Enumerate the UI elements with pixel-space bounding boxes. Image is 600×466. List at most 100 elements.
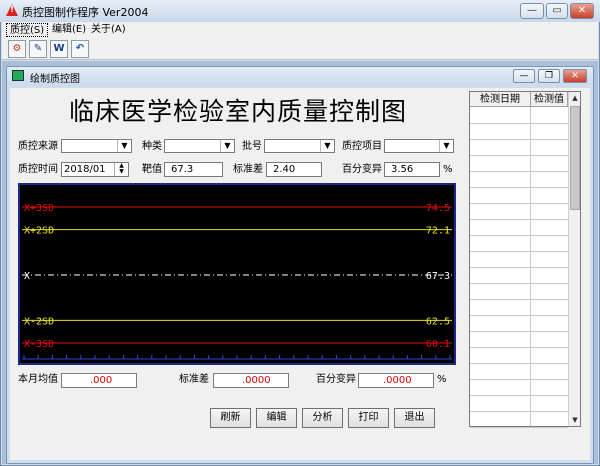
chevron-down-icon: ▼ (220, 140, 234, 152)
cv-label: 百分变异 (342, 164, 382, 175)
tool-2-icon[interactable]: ✎ (29, 40, 47, 58)
month-sd-value: .0000 (242, 375, 271, 386)
menu-about[interactable]: 关于(A) (88, 23, 129, 37)
table-row-line (470, 123, 568, 124)
type-select[interactable]: ▼ (164, 139, 235, 153)
scrollbar-thumb[interactable] (570, 106, 580, 210)
month-cv-unit: % (437, 374, 447, 385)
item-select[interactable]: ▼ (384, 139, 454, 153)
month-cv-value: .0000 (383, 375, 412, 386)
control-line-value-label: 67.3 (426, 271, 450, 282)
sd-field[interactable]: 2.40 (266, 162, 322, 177)
target-value: 67.3 (171, 164, 194, 175)
chevron-down-icon: ▼ (117, 140, 131, 152)
cv-unit: % (443, 164, 453, 175)
maximize-button[interactable]: ▭ (546, 3, 568, 19)
mean-field[interactable]: .000 (61, 373, 137, 388)
refresh-button[interactable]: 刷新 (210, 408, 251, 428)
table-row-line (470, 219, 568, 220)
table-row-line (470, 395, 568, 396)
cv-field[interactable]: 3.56 (384, 162, 440, 177)
chevron-down-icon: ▼ (320, 140, 334, 152)
table-row-line (470, 283, 568, 284)
page-title: 临床医学检验室内质量控制图 (68, 97, 407, 126)
tool-1-icon[interactable]: ⚙ (8, 40, 26, 58)
print-button[interactable]: 打印 (348, 408, 389, 428)
table-row-line (470, 139, 568, 140)
table-row-line (470, 235, 568, 236)
control-line-value-label: 62.5 (426, 316, 450, 327)
child-close-button[interactable]: ✕ (563, 69, 587, 83)
control-line-value-label: 74.5 (426, 203, 450, 214)
edit-button[interactable]: 编辑 (256, 408, 297, 428)
table-row-line (470, 315, 568, 316)
chevron-down-icon: ▼ (439, 140, 453, 152)
toolbar (2, 38, 598, 60)
control-line-left-label: X+2SD (24, 226, 54, 237)
word-icon[interactable]: W (50, 40, 68, 58)
table-row-line (470, 363, 568, 364)
child-minimize-button[interactable]: — (513, 69, 535, 83)
table-row-line (470, 299, 568, 300)
control-line-left-label: X-2SD (24, 316, 54, 327)
exit-button[interactable]: 退出 (394, 408, 435, 428)
menu-qc[interactable]: 质控(S) (6, 23, 49, 37)
cv-value: 3.56 (391, 164, 414, 175)
window-title: 质控图制作程序 Ver2004 (22, 6, 149, 19)
scroll-down-icon[interactable]: ▼ (569, 414, 581, 426)
table-row-line (470, 267, 568, 268)
sd-value: 2.40 (273, 164, 296, 175)
source-select[interactable]: ▼ (61, 139, 132, 153)
target-field[interactable]: 67.3 (164, 162, 223, 177)
scroll-up-icon[interactable]: ▲ (569, 92, 581, 104)
table-row-line (470, 331, 568, 332)
table-row-line (470, 427, 568, 428)
time-label: 质控时间 (18, 164, 58, 175)
control-line-value-label: 60.1 (426, 339, 450, 350)
item-label: 质控项目 (342, 141, 382, 152)
table-row-line (470, 187, 568, 188)
table-row-line (470, 379, 568, 380)
date-spinner[interactable]: ▲ ▼ (114, 163, 128, 176)
table-row-line (470, 347, 568, 348)
qc-chart-svg: X+3SD 74.5 X+2SD 72.1 X 67.3 X-2SD 62.5 X-3SD 60.… (22, 203, 452, 360)
month-cv-field[interactable]: .0000 (358, 373, 434, 388)
qc-chart: X+3SD 74.5 X+2SD 72.1 X 67.3 X-2SD 62.5 X-3SD 60.… (18, 183, 456, 365)
chart-window-icon (12, 70, 24, 81)
measurement-table[interactable]: 检测日期 检测值 ▲ ▼ (469, 91, 581, 428)
type-label: 种类 (142, 141, 162, 152)
mean-label: 本月均值 (18, 374, 58, 385)
time-value: 2018/01 (64, 164, 106, 175)
warning-icon (6, 4, 18, 16)
child-restore-button[interactable]: ❐ (538, 69, 560, 83)
control-line-left-label: X+3SD (24, 203, 54, 214)
table-row-line (470, 411, 568, 412)
lot-select[interactable]: ▼ (264, 139, 335, 153)
target-label: 靶值 (142, 164, 162, 175)
month-cv-label: 百分变异 (316, 374, 356, 385)
menu-edit[interactable]: 编辑(E) (49, 23, 89, 37)
control-line-left-label: X (24, 271, 30, 282)
month-sd-field[interactable]: .0000 (213, 373, 289, 388)
column-header-date[interactable]: 检测日期 (470, 92, 531, 107)
month-sd-label: 标准差 (179, 374, 209, 385)
table-scrollbar[interactable]: ▲ ▼ (568, 92, 580, 426)
table-row-line (470, 203, 568, 204)
control-line-left-label: X-3SD (24, 339, 54, 350)
column-header-value[interactable]: 检测值 (531, 92, 568, 107)
control-line-value-label: 72.1 (426, 226, 450, 237)
spinner-down-icon[interactable]: ▼ (115, 169, 128, 175)
child-title-bar (7, 67, 593, 85)
table-row-line (470, 251, 568, 252)
sd-label: 标准差 (233, 164, 263, 175)
analyze-button[interactable]: 分析 (302, 408, 343, 428)
lot-label: 批号 (242, 141, 262, 152)
minimize-button[interactable]: — (520, 3, 544, 19)
table-row-line (470, 155, 568, 156)
close-button[interactable]: ✕ (570, 3, 594, 19)
table-row-line (470, 171, 568, 172)
mean-value: .000 (90, 375, 113, 386)
undo-icon[interactable]: ↶ (71, 40, 89, 58)
child-window-title: 绘制质控图 (30, 74, 80, 85)
source-label: 质控来源 (18, 141, 58, 152)
